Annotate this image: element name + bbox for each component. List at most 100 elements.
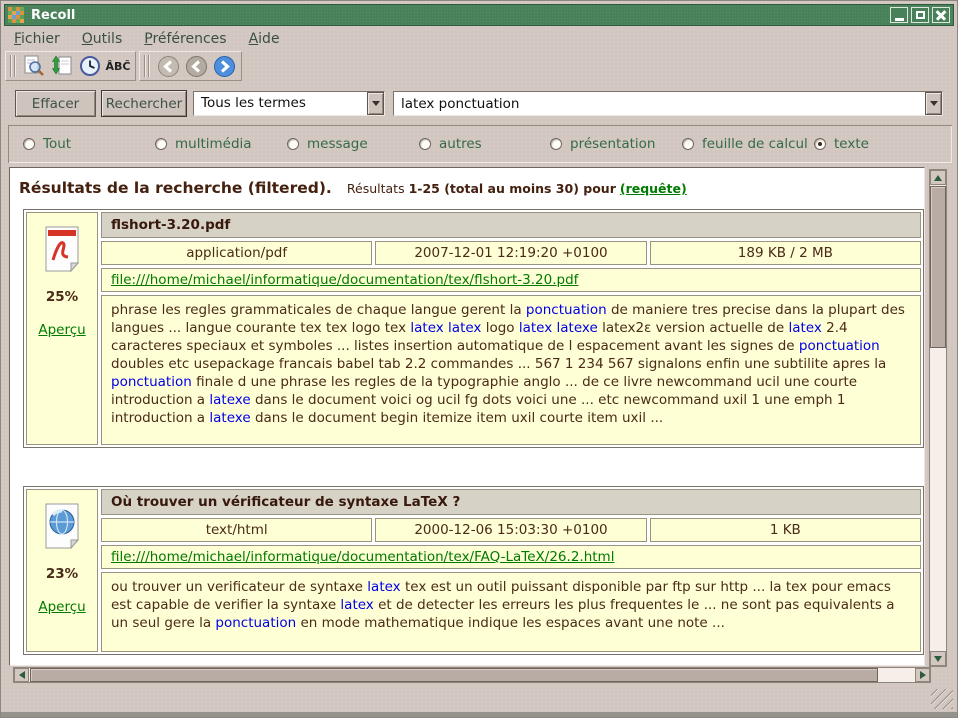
toolbar: ÂBĈ	[5, 50, 245, 82]
radio-presentation[interactable]: présentation	[550, 136, 655, 152]
results-count: Résultats 1-25 (total au moins 30) pour …	[347, 181, 687, 196]
preview-link[interactable]: Aperçu	[38, 599, 85, 615]
result-item: 25% Aperçu flshort-3.20.pdf application/…	[23, 209, 924, 448]
pdf-document-icon	[43, 226, 81, 272]
menu-preferences[interactable]: Préférences	[144, 31, 226, 47]
preview-link[interactable]: Aperçu	[38, 322, 85, 338]
radio-icon	[682, 138, 694, 150]
recoll-window: { "window": { "title": "Recoll" }, "menu…	[0, 0, 958, 718]
title-bar[interactable]: Recoll	[4, 4, 954, 26]
horizontal-scrollbar-thumb[interactable]	[30, 668, 878, 682]
snippet-text: en mode mathematique indique les espaces…	[296, 615, 725, 631]
result-meta-row: text/html 2000-12-06 15:03:30 +0100 1 KB	[101, 518, 921, 542]
sort-parameters-button[interactable]	[48, 53, 76, 79]
nav-previous-page-button[interactable]	[182, 53, 210, 79]
snippet-highlighted-term: ponctuation	[526, 302, 607, 318]
category-filter-bar: Tout multimédia message autres présentat…	[8, 125, 952, 163]
triangle-up-icon	[934, 175, 942, 181]
window-bottom-edge	[1, 712, 957, 717]
result-side-panel: 25% Aperçu	[26, 212, 98, 445]
maximize-button[interactable]	[911, 7, 929, 23]
snippet-highlighted-term: ponctuation	[215, 615, 296, 631]
toolbar-handle[interactable]	[144, 55, 151, 77]
html-document-icon	[43, 503, 81, 549]
relevance-percent: 25%	[46, 289, 78, 305]
clear-button[interactable]: Effacer	[15, 90, 96, 117]
radio-multimedia[interactable]: multimédia	[155, 136, 252, 152]
result-date: 2007-12-01 12:19:20 +0100	[375, 241, 646, 265]
snippet-highlighted-term: latex	[340, 597, 373, 613]
search-mode-dropdown-button[interactable]	[367, 92, 384, 115]
arrow-left-gray-icon	[185, 55, 208, 78]
toolbar-group-navigation	[139, 51, 242, 81]
triangle-left-icon	[19, 671, 25, 679]
scroll-down-button[interactable]	[930, 651, 946, 666]
search-button[interactable]: Rechercher	[101, 90, 187, 117]
result-title: flshort-3.20.pdf	[101, 212, 921, 238]
term-explorer-icon: ÂBĈ	[106, 60, 131, 73]
search-input[interactable]	[394, 92, 925, 115]
menu-aide[interactable]: Aide	[249, 31, 280, 47]
snippet-highlighted-term: latex latex	[410, 320, 481, 336]
search-mode-value: Tous les termes	[194, 92, 367, 115]
result-meta-row: application/pdf 2007-12-01 12:19:20 +010…	[101, 241, 921, 265]
results-header: Résultats de la recherche (filtered). Ré…	[19, 178, 918, 197]
result-mime-type: application/pdf	[101, 241, 372, 265]
triangle-down-icon	[934, 656, 942, 662]
query-combobox[interactable]	[393, 91, 943, 116]
radio-autres[interactable]: autres	[419, 136, 482, 152]
snippet-highlighted-term: ponctuation	[799, 338, 880, 354]
window-title: Recoll	[31, 8, 887, 23]
menu-outils[interactable]: Outils	[82, 31, 122, 47]
search-mode-select[interactable]: Tous les termes	[193, 91, 385, 116]
result-url-link[interactable]: file:///home/michael/informatique/docume…	[111, 549, 614, 565]
close-button[interactable]	[932, 7, 950, 23]
snippet-text: doubles etc usepackage francais babel ta…	[111, 356, 886, 372]
chevron-down-icon	[372, 101, 380, 106]
toolbar-group-tools: ÂBĈ	[5, 51, 136, 81]
nav-first-page-button[interactable]	[154, 53, 182, 79]
result-size: 189 KB / 2 MB	[650, 241, 921, 265]
snippet-highlighted-term: latex	[367, 579, 400, 595]
scroll-up-button[interactable]	[930, 170, 946, 185]
radio-feuille-de-calcul[interactable]: feuille de calcul	[682, 136, 808, 152]
advanced-search-button[interactable]	[20, 53, 48, 79]
result-item: 23% Aperçu Où trouver un vérificateur de…	[23, 486, 924, 655]
document-sort-icon	[50, 54, 74, 78]
radio-texte[interactable]: texte	[814, 136, 869, 152]
radio-icon	[287, 138, 299, 150]
result-url-link[interactable]: file:///home/michael/informatique/docume…	[111, 272, 578, 288]
scroll-left-button[interactable]	[14, 668, 29, 682]
minimize-button[interactable]	[890, 7, 908, 23]
arrow-right-blue-icon	[213, 55, 236, 78]
vertical-scrollbar[interactable]	[929, 169, 947, 667]
result-mime-type: text/html	[101, 518, 372, 542]
vertical-scrollbar-thumb[interactable]	[930, 186, 946, 348]
window-resize-grip[interactable]	[931, 689, 953, 709]
menu-fichier[interactable]: Fichier	[14, 31, 60, 47]
result-snippet: phrase les regles grammaticales de chaqu…	[101, 295, 921, 445]
radio-message[interactable]: message	[287, 136, 368, 152]
radio-icon	[550, 138, 562, 150]
radio-icon	[155, 138, 167, 150]
result-title: Où trouver un vérificateur de syntaxe La…	[101, 489, 921, 515]
close-icon	[936, 10, 946, 20]
chevron-down-icon	[930, 101, 938, 106]
snippet-text: phrase les regles grammaticales de chaqu…	[111, 302, 526, 318]
term-explorer-button[interactable]: ÂBĈ	[104, 53, 132, 79]
snippet-text: latex2ε version actuelle de	[598, 320, 789, 336]
results-list[interactable]: Résultats de la recherche (filtered). Ré…	[9, 167, 925, 666]
radio-tout[interactable]: Tout	[23, 136, 71, 152]
menu-bar: Fichier Outils Préférences Aide	[5, 28, 953, 50]
query-details-link[interactable]: (requête)	[620, 181, 687, 196]
document-history-button[interactable]	[76, 53, 104, 79]
scroll-right-button[interactable]	[915, 668, 930, 682]
result-date: 2000-12-06 15:03:30 +0100	[375, 518, 646, 542]
horizontal-scrollbar[interactable]	[13, 667, 931, 683]
nav-next-page-button[interactable]	[210, 53, 238, 79]
snippet-text: dans le document begin itemize item uxil…	[251, 410, 664, 426]
toolbar-handle[interactable]	[10, 55, 17, 77]
snippet-text: logo	[481, 320, 518, 336]
triangle-right-icon	[920, 671, 926, 679]
query-history-dropdown-button[interactable]	[925, 92, 942, 115]
